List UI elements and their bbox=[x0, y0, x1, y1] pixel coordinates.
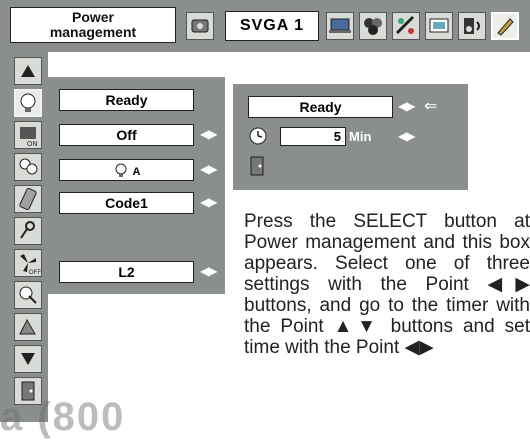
factory-default-icon[interactable] bbox=[14, 313, 42, 341]
svg-text:ON: ON bbox=[27, 141, 38, 148]
setting-icon[interactable] bbox=[491, 12, 519, 40]
on-start-field[interactable]: Off bbox=[59, 124, 194, 146]
remote-control-icon[interactable] bbox=[14, 185, 42, 213]
svg-text:OFF: OFF bbox=[29, 270, 41, 276]
menu-title-power-management: Power management bbox=[10, 7, 176, 43]
lamp-mode-arrows-icon[interactable]: ◀▶ bbox=[200, 162, 217, 176]
lamp-auto-icon bbox=[115, 163, 127, 178]
sound-icon[interactable] bbox=[458, 12, 486, 40]
input-source-selector[interactable]: SVGA 1 bbox=[225, 11, 319, 41]
image-adjust-icon[interactable] bbox=[392, 12, 420, 40]
power-mode-status-field[interactable]: Ready bbox=[248, 96, 393, 118]
timer-clock-icon bbox=[248, 126, 268, 146]
on-start-arrows-icon[interactable]: ◀▶ bbox=[200, 127, 217, 141]
security-key-icon[interactable] bbox=[14, 217, 42, 245]
screen-icon[interactable] bbox=[425, 12, 453, 40]
scroll-down-icon[interactable] bbox=[14, 345, 42, 373]
remote-code-arrows-icon[interactable]: ◀▶ bbox=[200, 195, 217, 209]
back-arrow-icon[interactable]: ⇐ bbox=[424, 96, 437, 116]
watermark: a (800 bbox=[0, 395, 126, 439]
timer-value-field[interactable]: 5 bbox=[280, 127, 346, 146]
power-mode-arrows-icon[interactable]: ◀▶ bbox=[398, 99, 415, 113]
on-start-icon[interactable]: ON bbox=[14, 121, 42, 149]
power-management-mode-field[interactable]: Ready bbox=[59, 89, 194, 111]
menu-title-line2: management bbox=[49, 24, 137, 40]
lamp-mode-icon[interactable] bbox=[14, 153, 42, 181]
fan-control-icon[interactable]: OFF bbox=[14, 249, 42, 277]
lamp-control-icon[interactable] bbox=[14, 89, 42, 117]
lamp-mode-field[interactable]: A bbox=[59, 159, 194, 181]
instruction-text: Press the SELECT button at Power managem… bbox=[244, 211, 530, 358]
timer-unit-label: Min bbox=[349, 129, 372, 144]
image-select-icon[interactable] bbox=[359, 12, 387, 40]
timer-arrows-icon[interactable]: ◀▶ bbox=[398, 129, 415, 143]
filter-icon[interactable] bbox=[14, 281, 42, 309]
menu-title-line1: Power bbox=[71, 9, 114, 25]
lamp-mode-label: A bbox=[132, 166, 141, 178]
remote-code-field[interactable]: Code1 bbox=[59, 192, 194, 214]
exit-door-icon[interactable] bbox=[248, 155, 266, 177]
fan-control-field[interactable]: L2 bbox=[59, 261, 194, 283]
input-source-icon[interactable] bbox=[186, 12, 214, 40]
fan-control-arrows-icon[interactable]: ◀▶ bbox=[200, 264, 217, 278]
scroll-up-icon[interactable] bbox=[14, 57, 42, 85]
pc-adjust-icon[interactable] bbox=[326, 12, 354, 40]
